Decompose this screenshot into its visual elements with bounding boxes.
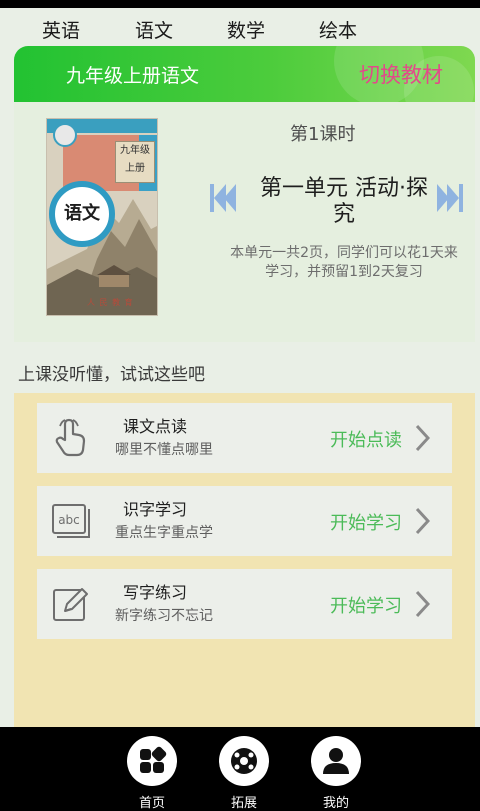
bottom-nav: 首页 拓展 我的 bbox=[0, 727, 480, 811]
writing-practice-card[interactable]: 写字练习 新字练习不忘记 开始学习 bbox=[37, 569, 452, 639]
status-bar bbox=[0, 0, 480, 8]
start-reading-button[interactable]: 开始点读 bbox=[330, 426, 402, 452]
activity-area: 课文点读 哪里不懂点哪里 开始点读 abc 识字学习 重点生字重点学 开始学习 bbox=[14, 393, 475, 728]
nav-home-label: 首页 bbox=[138, 796, 165, 811]
explore-icon bbox=[219, 736, 269, 786]
chevron-right-icon bbox=[414, 423, 431, 457]
cover-grade-label: 九年级 上册 bbox=[115, 141, 155, 183]
profile-icon bbox=[311, 736, 361, 786]
card-title: 写字练习 bbox=[123, 583, 188, 602]
card-title: 课文点读 bbox=[123, 417, 188, 436]
character-learning-card[interactable]: abc 识字学习 重点生字重点学 开始学习 bbox=[37, 486, 452, 556]
nav-home[interactable]: 首页 bbox=[122, 736, 182, 811]
chevron-right-icon bbox=[414, 506, 431, 540]
cover-subject-badge: 语文 bbox=[49, 181, 115, 247]
lesson-period: 第1课时 bbox=[290, 124, 356, 145]
tab-english[interactable]: 英语 bbox=[42, 16, 80, 43]
cover-volume: 上册 bbox=[125, 163, 145, 174]
tab-picture-book[interactable]: 绘本 bbox=[319, 16, 357, 43]
card-subtitle: 新字练习不忘记 bbox=[115, 608, 213, 624]
svg-text:abc: abc bbox=[58, 513, 80, 527]
unit-description: 本单元一共2页，同学们可以花1天来学习，并预留1到2天复习 bbox=[230, 245, 458, 280]
study-tip: 上课没听懂，试试这些吧 bbox=[18, 365, 205, 385]
cover-publisher-mark: 人 民 教 育 bbox=[87, 298, 134, 307]
card-subtitle: 重点生字重点学 bbox=[115, 525, 213, 541]
textbook-cover[interactable]: 九年级 上册 语文 人 民 教 育 bbox=[46, 118, 158, 316]
hand-tap-icon bbox=[51, 418, 91, 462]
read-along-card[interactable]: 课文点读 哪里不懂点哪里 开始点读 bbox=[37, 403, 452, 473]
nav-explore[interactable]: 拓展 bbox=[214, 736, 274, 811]
nav-explore-label: 拓展 bbox=[230, 796, 257, 811]
abc-icon: abc bbox=[51, 501, 91, 545]
home-grid-icon bbox=[127, 736, 177, 786]
nav-profile[interactable]: 我的 bbox=[306, 736, 366, 811]
card-subtitle: 哪里不懂点哪里 bbox=[115, 442, 213, 458]
chevron-right-icon bbox=[414, 589, 431, 623]
next-unit-button[interactable] bbox=[437, 182, 463, 218]
tab-math[interactable]: 数学 bbox=[227, 16, 265, 43]
grade-title: 九年级上册语文 bbox=[66, 65, 200, 87]
double-arrow-right-icon bbox=[437, 184, 463, 212]
start-learning-button[interactable]: 开始学习 bbox=[330, 509, 402, 535]
double-arrow-left-icon bbox=[210, 184, 236, 212]
switch-textbook-button[interactable]: 切换教材 bbox=[359, 59, 443, 89]
cover-badge bbox=[53, 123, 77, 147]
tab-chinese[interactable]: 语文 bbox=[135, 16, 173, 43]
start-writing-button[interactable]: 开始学习 bbox=[330, 592, 402, 618]
prev-unit-button[interactable] bbox=[210, 182, 236, 218]
textbook-header: 九年级上册语文 切换教材 bbox=[14, 46, 475, 102]
lesson-panel: 九年级 上册 语文 人 民 教 育 第1课时 第一单元 活动·探究 本单元一共2… bbox=[14, 102, 475, 342]
pencil-edit-icon bbox=[51, 584, 91, 628]
cover-grade: 九年级 bbox=[120, 145, 150, 156]
card-title: 识字学习 bbox=[123, 500, 188, 519]
subject-tabs: 英语 语文 数学 绘本 bbox=[0, 8, 480, 48]
nav-profile-label: 我的 bbox=[322, 796, 349, 811]
unit-title: 第一单元 活动·探究 bbox=[260, 176, 428, 227]
